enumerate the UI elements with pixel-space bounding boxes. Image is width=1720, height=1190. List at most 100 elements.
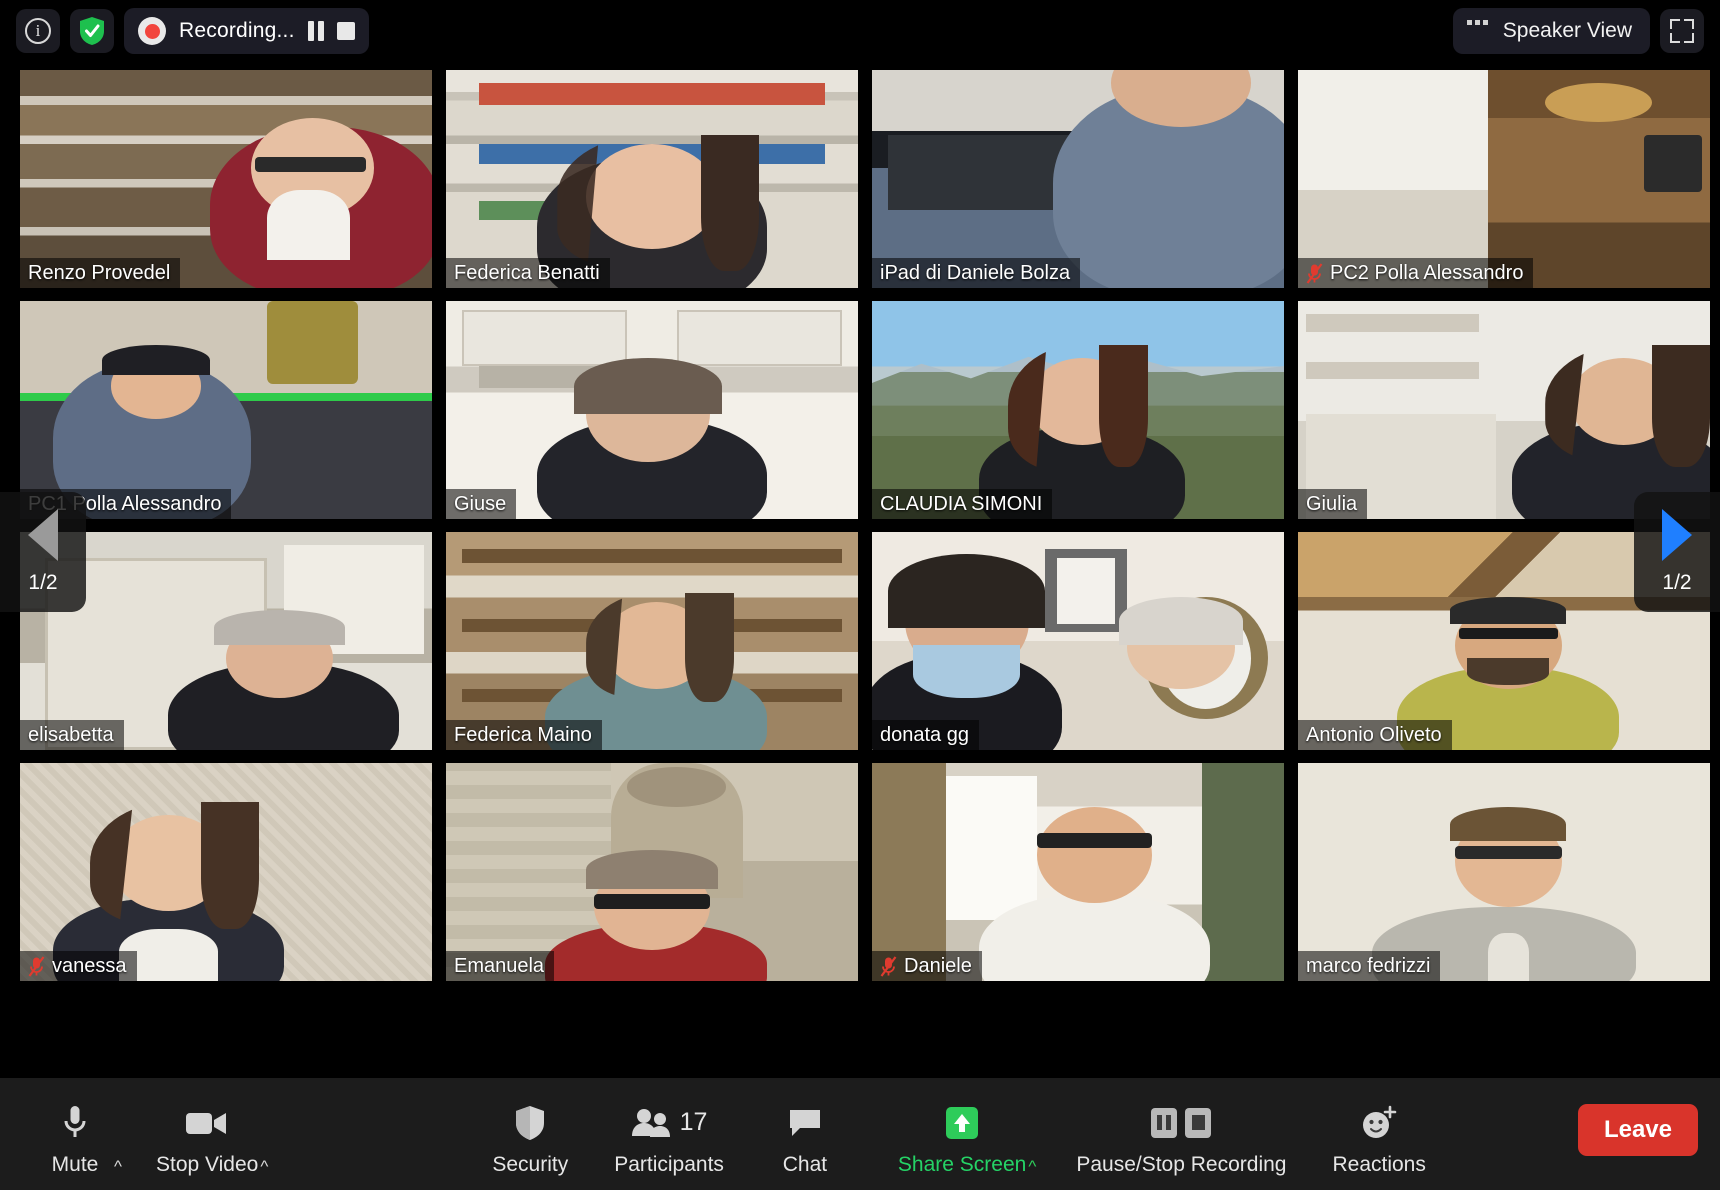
- video-tile[interactable]: Federica Benatti: [446, 70, 858, 288]
- zoom-meeting-window: i Recording... Speaker View Renzo Proved…: [0, 0, 1720, 1190]
- reactions-label: Reactions: [1332, 1152, 1426, 1176]
- previous-page-button[interactable]: 1/2: [0, 492, 86, 612]
- security-button[interactable]: Security: [492, 1092, 568, 1177]
- mute-button[interactable]: Mute: [38, 1092, 112, 1177]
- participant-name: iPad di Daniele Bolza: [880, 261, 1071, 284]
- shield-icon: [513, 1102, 547, 1144]
- video-camera-icon: [184, 1102, 230, 1144]
- video-tile[interactable]: PC1 Polla Alessandro: [20, 301, 432, 519]
- video-tile[interactable]: Giuse: [446, 301, 858, 519]
- stop-video-button[interactable]: Stop Video: [156, 1092, 258, 1177]
- speaker-view-label: Speaker View: [1502, 19, 1632, 42]
- participant-gallery: Renzo Provedel Federica Benatti iPad di …: [0, 62, 1720, 1002]
- participant-name-bar: Federica Benatti: [446, 258, 610, 288]
- share-screen-label: Share Screen: [897, 1152, 1027, 1176]
- video-feed: [446, 763, 858, 981]
- stop-video-label: Stop Video: [155, 1152, 259, 1176]
- participant-name: Antonio Oliveto: [1306, 723, 1442, 746]
- triangle-right-icon: [1662, 509, 1692, 561]
- participant-name-bar: iPad di Daniele Bolza: [872, 258, 1081, 288]
- chat-label: Chat: [782, 1152, 828, 1176]
- participant-name: Emanuela: [454, 954, 545, 977]
- video-tile[interactable]: Emanuela: [446, 763, 858, 981]
- reactions-button[interactable]: Reactions: [1332, 1092, 1426, 1177]
- recording-indicator[interactable]: Recording...: [124, 8, 369, 54]
- participant-name: marco fedrizzi: [1306, 954, 1431, 977]
- participant-name: vanessa: [52, 954, 127, 977]
- video-feed: [446, 70, 858, 288]
- video-tile[interactable]: Renzo Provedel: [20, 70, 432, 288]
- participants-count: 17: [679, 1108, 708, 1136]
- video-tile-active-speaker[interactable]: donata gg: [872, 532, 1284, 750]
- meeting-controls-toolbar: Mute ^ Stop Video ^ Security 17 Particip…: [0, 1078, 1720, 1190]
- video-group: Stop Video ^: [156, 1092, 268, 1177]
- participant-name: donata gg: [880, 723, 969, 746]
- participant-name: Daniele: [904, 954, 972, 977]
- chat-button[interactable]: Chat: [768, 1092, 842, 1177]
- share-screen-button[interactable]: Share Screen: [898, 1092, 1026, 1177]
- grid-layout-icon: [1466, 20, 1491, 42]
- video-feed: [872, 70, 1284, 288]
- video-tile[interactable]: Daniele: [872, 763, 1284, 981]
- participant-name-bar: elisabetta: [20, 720, 124, 750]
- video-tile[interactable]: Giulia: [1298, 301, 1710, 519]
- page-indicator-left: 1/2: [28, 571, 58, 594]
- people-icon: 17: [631, 1102, 708, 1144]
- participant-name: CLAUDIA SIMONI: [880, 492, 1043, 515]
- video-feed: [1298, 763, 1710, 981]
- participants-button[interactable]: 17 Participants: [614, 1092, 724, 1177]
- video-tile[interactable]: PC2 Polla Alessandro: [1298, 70, 1710, 288]
- mute-group: Mute ^: [38, 1092, 122, 1177]
- shield-check-icon: [78, 16, 106, 46]
- mic-muted-icon: [880, 955, 897, 977]
- page-indicator-right: 1/2: [1662, 571, 1692, 594]
- participant-name: Renzo Provedel: [28, 261, 171, 284]
- participant-name: Federica Maino: [454, 723, 592, 746]
- triangle-left-icon: [28, 509, 58, 561]
- video-tile[interactable]: Federica Maino: [446, 532, 858, 750]
- record-dot-icon: [138, 17, 166, 45]
- participant-name-bar: CLAUDIA SIMONI: [872, 489, 1053, 519]
- participant-name-bar: Antonio Oliveto: [1298, 720, 1452, 750]
- participant-name-bar: PC2 Polla Alessandro: [1298, 258, 1534, 288]
- video-tile[interactable]: vanessa: [20, 763, 432, 981]
- video-feed: [20, 301, 432, 519]
- speaker-view-button[interactable]: Speaker View: [1452, 8, 1650, 54]
- top-bar-left-group: i Recording...: [0, 8, 369, 54]
- fullscreen-button[interactable]: [1660, 9, 1704, 53]
- video-options-caret[interactable]: ^: [260, 1131, 268, 1177]
- microphone-icon: [60, 1102, 90, 1144]
- stop-icon[interactable]: [336, 22, 355, 40]
- participant-name-bar: Emanuela: [446, 951, 555, 981]
- participant-name-bar: vanessa: [20, 951, 137, 981]
- participant-name: Giulia: [1306, 492, 1358, 515]
- mic-muted-icon: [28, 955, 45, 977]
- top-bar-right-group: Speaker View: [1452, 0, 1704, 62]
- participant-name-bar: marco fedrizzi: [1298, 951, 1441, 981]
- meeting-info-button[interactable]: i: [16, 9, 60, 53]
- share-screen-icon: [943, 1102, 981, 1144]
- video-tile[interactable]: iPad di Daniele Bolza: [872, 70, 1284, 288]
- participant-name-bar: Federica Maino: [446, 720, 602, 750]
- recording-controls-icon: [1151, 1102, 1212, 1144]
- next-page-button[interactable]: 1/2: [1634, 492, 1720, 612]
- participant-name: PC2 Polla Alessandro: [1330, 261, 1524, 284]
- pause-icon[interactable]: [307, 21, 324, 41]
- video-tile[interactable]: CLAUDIA SIMONI: [872, 301, 1284, 519]
- participant-name-bar: Giuse: [446, 489, 517, 519]
- pause-stop-recording-button[interactable]: Pause/Stop Recording: [1076, 1092, 1286, 1177]
- leave-button[interactable]: Leave: [1577, 1104, 1698, 1156]
- pause-icon: [1151, 1107, 1178, 1138]
- participant-name-bar: Daniele: [872, 951, 982, 981]
- video-feed: [446, 532, 858, 750]
- security-label: Security: [492, 1152, 569, 1176]
- participant-name: Giuse: [454, 492, 507, 515]
- share-options-caret[interactable]: ^: [1028, 1131, 1036, 1177]
- recording-label: Recording...: [179, 19, 295, 42]
- info-circle-icon: i: [25, 18, 51, 44]
- video-tile[interactable]: marco fedrizzi: [1298, 763, 1710, 981]
- encryption-status-button[interactable]: [70, 9, 114, 53]
- mute-options-caret[interactable]: ^: [114, 1131, 122, 1177]
- video-feed: [446, 301, 858, 519]
- video-tile-grid: Renzo Provedel Federica Benatti iPad di …: [20, 70, 1710, 1000]
